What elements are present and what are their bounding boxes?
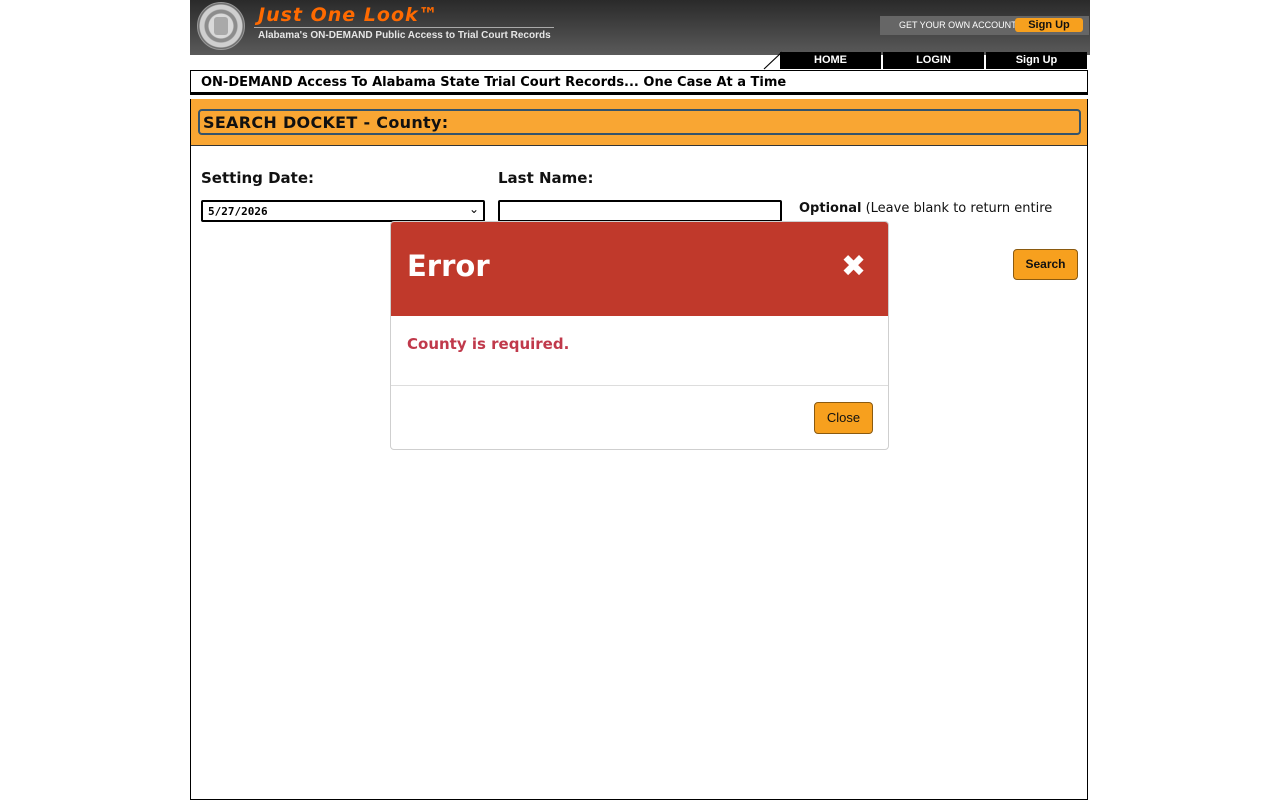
optional-hint-text: (Leave blank to return entire	[865, 201, 1053, 216]
account-text: GET YOUR OWN ACCOUNT	[899, 20, 1017, 30]
nav-login-link[interactable]: LOGIN	[883, 52, 984, 69]
last-name-input[interactable]	[498, 200, 782, 222]
setting-date-select[interactable]: 5/27/2026 ⌄	[201, 200, 485, 222]
site-header: Just One Look™ Alabama's ON-DEMAND Publi…	[190, 0, 1090, 55]
nav-home-link[interactable]: HOME	[780, 52, 881, 69]
setting-date-value: 5/27/2026	[208, 205, 268, 218]
tagline-bar: ON-DEMAND Access To Alabama State Trial …	[190, 70, 1088, 95]
signup-button-header[interactable]: Sign Up	[1015, 18, 1083, 32]
error-modal: Error ✖ County is required. Close	[390, 221, 889, 450]
account-bar: GET YOUR OWN ACCOUNT Sign Up	[880, 16, 1089, 35]
nav-signup-link[interactable]: Sign Up	[986, 52, 1087, 69]
search-title-band: SEARCH DOCKET - County:	[191, 99, 1087, 146]
modal-divider	[391, 385, 888, 386]
close-button[interactable]: Close	[814, 402, 873, 434]
error-message: County is required.	[407, 335, 570, 353]
brand-divider	[254, 27, 554, 28]
brand-subtitle: Alabama's ON-DEMAND Public Access to Tri…	[258, 30, 551, 41]
modal-header: Error ✖	[391, 222, 888, 316]
search-button[interactable]: Search	[1013, 249, 1078, 280]
close-icon[interactable]: ✖	[841, 252, 866, 282]
optional-hint: Optional (Leave blank to return entire	[799, 201, 1052, 216]
court-seal-icon	[197, 2, 245, 50]
brand-title: Just One Look™	[258, 4, 439, 26]
optional-hint-bold: Optional	[799, 201, 862, 216]
modal-title: Error	[407, 249, 490, 283]
search-title-box: SEARCH DOCKET - County:	[198, 109, 1081, 135]
search-title: SEARCH DOCKET - County:	[203, 113, 449, 132]
chevron-down-icon: ⌄	[468, 202, 479, 216]
tagline-text: ON-DEMAND Access To Alabama State Trial …	[201, 75, 787, 90]
setting-date-label: Setting Date:	[201, 169, 315, 187]
last-name-label: Last Name:	[498, 169, 594, 187]
